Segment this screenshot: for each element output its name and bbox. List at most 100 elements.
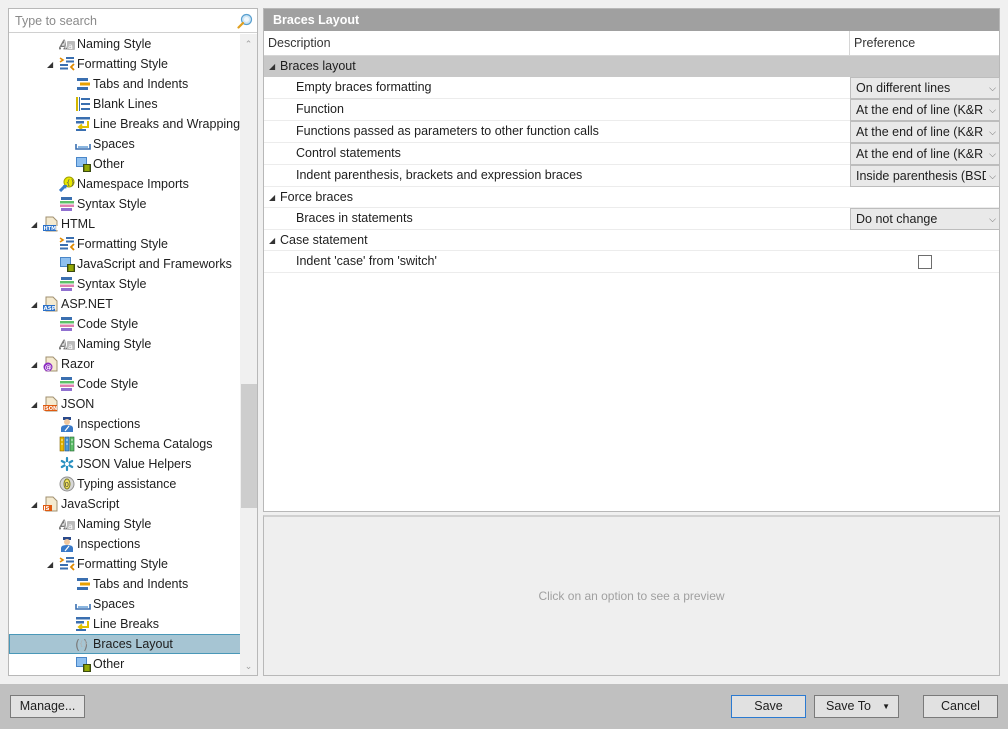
page-title: Braces Layout — [264, 9, 999, 31]
tree-item[interactable]: Spaces — [9, 134, 241, 154]
collapse-arrow-icon[interactable]: ◢ — [269, 187, 275, 209]
preference-dropdown[interactable]: At the end of line (K&R style)⌵ — [850, 121, 1000, 143]
column-header-preference[interactable]: Preference — [850, 31, 999, 55]
option-group-header[interactable]: ◢ Braces layout — [264, 56, 999, 77]
tree-item-label: Syntax Style — [77, 197, 147, 211]
tree-item[interactable]: Tabs and Indents — [9, 574, 241, 594]
tree-item[interactable]: JSON Value Helpers — [9, 454, 241, 474]
tree-item[interactable]: (){} Braces Layout — [9, 634, 241, 654]
tree-item[interactable]: ◢ @ Razor — [9, 354, 241, 374]
naming-style-icon: Aa — [58, 36, 75, 52]
dropdown-arrow-icon: ▼ — [882, 702, 890, 711]
search-input[interactable] — [9, 9, 233, 32]
tree-item[interactable]: Spaces — [9, 594, 241, 614]
tree-item[interactable]: ◢ HTML HTML — [9, 214, 241, 234]
tree-item[interactable]: Aa Naming Style — [9, 514, 241, 534]
option-group-label: Case statement — [280, 233, 368, 247]
search-icon[interactable] — [237, 13, 253, 29]
preference-dropdown[interactable]: Inside parenthesis (BSD/K&R style)⌵ — [850, 165, 1000, 187]
tree-item[interactable]: 0 Typing assistance — [9, 474, 241, 494]
dialog-button-bar: Manage... Save Save To ▼ Cancel — [0, 684, 1008, 729]
collapse-arrow-icon[interactable]: ◢ — [269, 230, 275, 252]
tree-item-label: Naming Style — [77, 337, 152, 351]
option-group-header[interactable]: ◢ Case statement — [264, 230, 999, 251]
scroll-down-icon[interactable]: ⌄ — [240, 658, 257, 675]
dropdown-value: Do not change — [856, 212, 938, 226]
expand-arrow-icon[interactable]: ◢ — [31, 394, 41, 414]
manage-button[interactable]: Manage... — [10, 695, 85, 718]
tree-item[interactable]: Other — [9, 154, 241, 174]
settings-tree: Aa Naming Style ◢ Formatting Style Tabs and … — [9, 34, 241, 675]
tree-item[interactable]: Line Breaks and Wrapping — [9, 114, 241, 134]
tree-item-label: Naming Style — [77, 517, 152, 531]
tree-item[interactable]: Aa Naming Style — [9, 334, 241, 354]
syntax-style-icon — [59, 196, 75, 212]
formatting-style-icon — [59, 56, 75, 72]
tree-item[interactable]: ◢ Formatting Style — [9, 554, 241, 574]
naming-style-icon: Aa — [58, 516, 75, 532]
tree-item[interactable]: ◢ ASP ASP.NET — [9, 294, 241, 314]
option-group-header[interactable]: ◢ Force braces — [264, 187, 999, 208]
column-header-description[interactable]: Description — [264, 31, 850, 55]
cancel-button[interactable]: Cancel — [923, 695, 998, 718]
settings-tree-pane: AaNaming Style◢Formatting StyleTabs and … — [8, 8, 258, 676]
tree-item[interactable]: Blank Lines — [9, 94, 241, 114]
tree-item[interactable]: Line Breaks — [9, 614, 241, 634]
tree-item[interactable]: Inspections — [9, 414, 241, 434]
scroll-up-icon[interactable]: ⌃ — [240, 36, 257, 53]
tree-item[interactable]: Formatting Style — [9, 234, 241, 254]
tree-item-label: Other — [93, 657, 125, 671]
tree-item[interactable]: {} Namespace Imports — [9, 174, 241, 194]
option-label: Indent parenthesis, brackets and express… — [296, 168, 583, 182]
expand-arrow-icon[interactable]: ◢ — [31, 294, 41, 314]
expand-arrow-icon[interactable]: ◢ — [31, 214, 41, 234]
tree-item-label: Blank Lines — [93, 97, 158, 111]
expand-arrow-icon[interactable]: ◢ — [47, 554, 57, 574]
chevron-down-icon: ⌵ — [989, 214, 996, 224]
expand-arrow-icon[interactable]: ◢ — [31, 354, 41, 374]
dropdown-value: At the end of line (K&R style) — [856, 125, 986, 139]
option-row: Functions passed as parameters to other … — [264, 121, 1000, 143]
spaces-icon — [75, 136, 91, 152]
svg-text:{}: {} — [79, 640, 88, 648]
tree-item[interactable]: Syntax Style — [9, 194, 241, 214]
tree-item-label: Razor — [61, 357, 95, 371]
tree-item[interactable]: Inspections — [9, 534, 241, 554]
tree-item[interactable]: ◢ JS JavaScript — [9, 494, 241, 514]
chevron-down-icon: ⌵ — [989, 171, 996, 181]
tree-item-label: Spaces — [93, 597, 135, 611]
tree-item[interactable]: Code Style — [9, 374, 241, 394]
tree-item[interactable]: Tabs and Indents — [9, 74, 241, 94]
tree-item[interactable]: Other — [9, 654, 241, 674]
expand-arrow-icon[interactable]: ◢ — [47, 54, 57, 74]
option-group-label: Force braces — [280, 190, 353, 204]
option-label: Empty braces formatting — [296, 80, 432, 94]
expand-arrow-icon[interactable]: ◢ — [31, 494, 41, 514]
preference-dropdown[interactable]: At the end of line (K&R style)⌵ — [850, 99, 1000, 121]
preference-dropdown[interactable]: On different lines ⌵ — [850, 77, 1000, 99]
inspections-icon — [59, 416, 75, 432]
tree-item[interactable]: JavaScript and Frameworks — [9, 254, 241, 274]
tabs-indents-icon — [75, 76, 91, 92]
tree-item[interactable]: Aa Naming Style — [9, 34, 241, 54]
tree-item-label: Other — [93, 157, 125, 171]
tree-item-label: Inspections — [77, 537, 141, 551]
tree-item-label: Namespace Imports — [77, 177, 189, 191]
tree-item[interactable]: Syntax Style — [9, 274, 241, 294]
tree-scrollbar[interactable]: ⌃ ⌄ — [240, 34, 257, 675]
preference-checkbox[interactable] — [918, 255, 932, 269]
tree-item-label: Typing assistance — [77, 477, 177, 491]
preference-dropdown[interactable]: Do not change ⌵ — [850, 208, 1000, 230]
formatting-style-icon — [59, 236, 75, 252]
tree-item[interactable]: JSON Schema Catalogs — [9, 434, 241, 454]
scrollbar-thumb[interactable] — [241, 384, 257, 508]
tree-item[interactable]: ◢ JSON JSON — [9, 394, 241, 414]
value-helpers-icon — [59, 456, 75, 472]
save-button[interactable]: Save — [731, 695, 806, 718]
save-to-label: Save To — [826, 699, 871, 713]
tree-item[interactable]: Code Style — [9, 314, 241, 334]
save-to-button[interactable]: Save To ▼ — [814, 695, 899, 718]
tree-item[interactable]: ◢ Formatting Style — [9, 54, 241, 74]
collapse-arrow-icon[interactable]: ◢ — [269, 56, 275, 78]
preference-dropdown[interactable]: At the end of line (K&R style)⌵ — [850, 143, 1000, 165]
